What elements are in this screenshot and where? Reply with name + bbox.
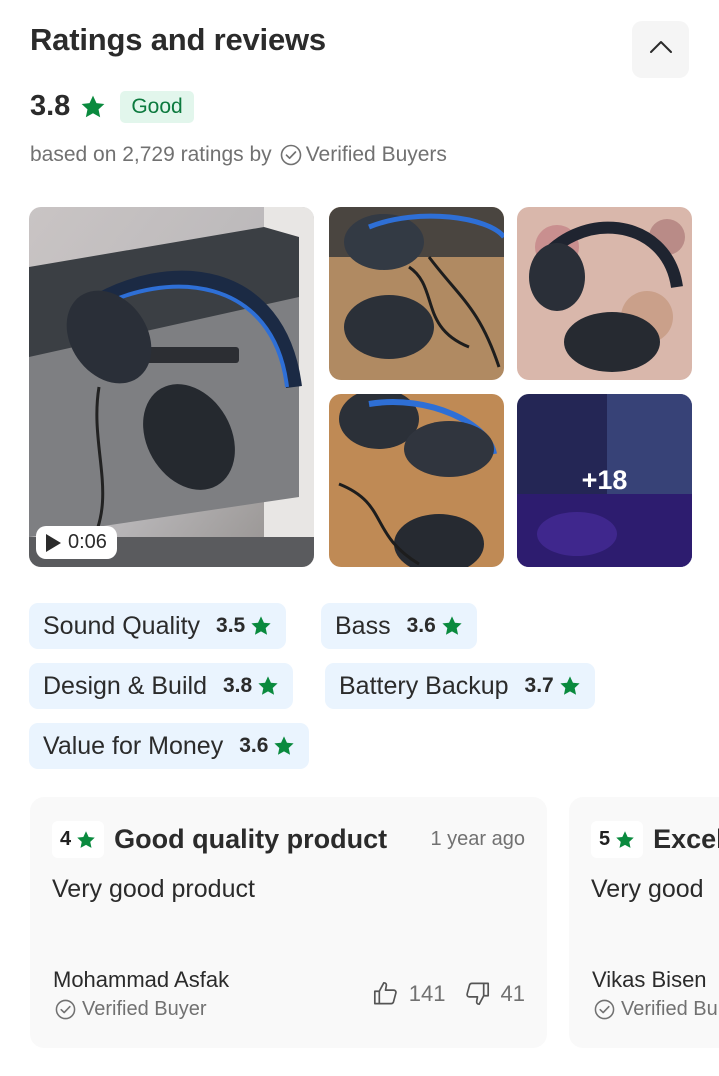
- review-photo-thumbnail[interactable]: [329, 394, 504, 567]
- review-title: Excel: [653, 824, 719, 854]
- star-icon: [250, 615, 272, 637]
- review-header: 4 Good quality product: [52, 821, 387, 858]
- star-icon: [80, 94, 106, 120]
- section-title: Ratings and reviews: [30, 22, 326, 57]
- verified-buyer-text: Verified Buyer: [82, 998, 207, 1020]
- aspect-chip-bass[interactable]: Bass 3.6: [321, 603, 477, 649]
- aspect-label: Sound Quality: [43, 611, 201, 640]
- verified-check-icon: [594, 999, 615, 1020]
- review-rating-value: 5: [599, 828, 611, 850]
- ratings-count-line: based on 2,729 ratings by Verified Buyer…: [30, 143, 447, 167]
- aspect-score: 3.5: [216, 614, 246, 637]
- review-card[interactable]: 5 Excel Very good Vikas Bisen Verified B…: [569, 797, 719, 1048]
- verified-buyer-label: Verified Buyer: [55, 998, 207, 1021]
- thumbs-down-icon[interactable]: [464, 980, 491, 1007]
- aspect-score: 3.6: [239, 734, 269, 757]
- review-rating: 4: [52, 821, 105, 858]
- star-icon: [559, 675, 581, 697]
- aspect-label: Bass: [335, 611, 391, 640]
- aspect-chip-sound-quality[interactable]: Sound Quality 3.5: [29, 603, 287, 649]
- review-card[interactable]: 4 Good quality product 1 year ago Very g…: [30, 797, 547, 1048]
- aspect-label: Value for Money: [43, 731, 224, 760]
- review-title: Good quality product: [114, 824, 388, 854]
- reviewer-name: Vikas Bisen: [592, 967, 707, 992]
- aspect-score: 3.7: [524, 674, 554, 697]
- review-time: 1 year ago: [430, 828, 525, 850]
- more-photos-count: +18: [517, 394, 692, 567]
- headphones-photo-3: [517, 207, 692, 380]
- chevron-up-icon: [649, 40, 673, 59]
- verified-buyer-label: Verified Bu: [594, 998, 718, 1021]
- thumbs-up-icon[interactable]: [372, 980, 399, 1007]
- review-photo-thumbnail[interactable]: [329, 207, 504, 380]
- aspect-chip-design-build[interactable]: Design & Build 3.8: [29, 663, 294, 709]
- aspect-label: Battery Backup: [339, 671, 509, 700]
- more-photos-button[interactable]: +18: [517, 394, 692, 567]
- like-count: 141: [408, 980, 446, 1006]
- reviewer-name: Mohammad Asfak: [53, 967, 230, 992]
- video-duration-badge: 0:06: [36, 526, 117, 559]
- video-duration: 0:06: [68, 531, 107, 553]
- star-icon: [273, 735, 295, 757]
- collapse-button[interactable]: [632, 21, 689, 78]
- headphones-photo-2: [329, 207, 504, 380]
- star-icon: [257, 675, 279, 697]
- headphones-photo-4: [329, 394, 504, 567]
- star-icon: [441, 615, 463, 637]
- review-votes: 141 41: [372, 980, 525, 1007]
- review-rating-value: 4: [60, 828, 72, 850]
- verified-buyer-text: Verified Bu: [621, 998, 718, 1020]
- headphones-photo-1: [29, 207, 314, 567]
- verified-check-icon: [280, 144, 302, 166]
- aspect-score: 3.8: [222, 674, 253, 697]
- review-rating: 5: [591, 821, 644, 858]
- star-icon: [615, 830, 635, 850]
- review-body: Very good product: [52, 875, 255, 903]
- review-video-thumbnail[interactable]: 0:06: [29, 207, 314, 567]
- verified-buyers-label: Verified Buyers: [305, 143, 447, 166]
- star-icon: [76, 830, 96, 850]
- rating-badge: Good: [120, 90, 194, 123]
- review-body: Very good: [591, 875, 704, 903]
- aspect-label: Design & Build: [43, 671, 207, 700]
- play-icon: [44, 533, 62, 553]
- aspect-score: 3.6: [406, 614, 436, 637]
- dislike-count: 41: [500, 980, 525, 1006]
- overall-rating: 3.8: [30, 90, 71, 122]
- ratings-count-text: based on 2,729 ratings by: [30, 143, 272, 166]
- aspect-chip-battery-backup[interactable]: Battery Backup 3.7: [325, 663, 595, 709]
- review-photo-thumbnail[interactable]: [517, 207, 692, 380]
- review-header: 5 Excel: [591, 821, 719, 858]
- rating-summary: 3.8 Good: [30, 90, 194, 123]
- verified-check-icon: [55, 999, 76, 1020]
- aspect-chip-value-for-money[interactable]: Value for Money 3.6: [29, 723, 310, 769]
